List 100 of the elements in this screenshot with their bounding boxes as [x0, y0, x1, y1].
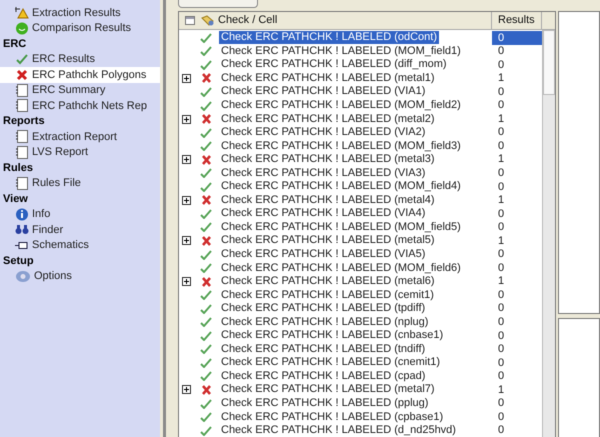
results-cell-text: 0: [497, 261, 506, 275]
sidebar-item[interactable]: Extraction Report: [0, 129, 160, 144]
sidebar-item[interactable]: ERC Pathchk Polygons: [0, 67, 160, 82]
check-name[interactable]: Check ERC PATHCHK ! LABELED (metal6): [219, 275, 437, 288]
check-name[interactable]: Check ERC PATHCHK ! LABELED (metal4): [219, 194, 437, 207]
results-cell-text: 1: [497, 383, 506, 397]
results-cell-text: 1: [497, 72, 506, 86]
expand-icon[interactable]: [182, 196, 190, 205]
check-name[interactable]: Check ERC PATHCHK ! LABELED (tpdiff): [219, 302, 428, 316]
sidebar-item[interactable]: ERC Pathchk Nets Rep: [0, 98, 160, 114]
scrollbar[interactable]: [542, 30, 555, 437]
expand-icon[interactable]: [182, 155, 190, 164]
results-cell-text: 1: [497, 152, 506, 166]
check-name[interactable]: Check ERC PATHCHK ! LABELED (VIA2): [219, 126, 428, 140]
section-heading: Reports: [2, 114, 46, 129]
check-name[interactable]: Check ERC PATHCHK ! LABELED (metal5): [219, 234, 437, 248]
sidebar-item[interactable]: Rules File: [0, 176, 160, 191]
check-name[interactable]: Check ERC PATHCHK ! LABELED (VIA5): [219, 248, 428, 262]
check-name[interactable]: Check ERC PATHCHK ! LABELED (metal2): [219, 112, 437, 126]
results-cell-text: 0: [497, 44, 506, 58]
document-icon: [15, 146, 29, 159]
smiley-icon: [15, 22, 29, 35]
check-name[interactable]: Check ERC PATHCHK ! LABELED (metal3): [219, 153, 437, 166]
section-heading: ERC: [2, 36, 28, 52]
warning-icon: [15, 6, 29, 20]
sidebar-item[interactable]: Info: [0, 206, 160, 222]
check-name[interactable]: Check ERC PATHCHK ! LABELED (cpad): [219, 370, 428, 383]
toolbar-button[interactable]: [178, 0, 258, 8]
info-icon: [15, 208, 29, 221]
results-cell-text: 0: [497, 396, 506, 410]
results-cell: 0: [492, 31, 542, 45]
results-cell-text: 0: [497, 58, 506, 72]
check-name[interactable]: Check ERC PATHCHK ! LABELED (nplug): [219, 316, 430, 329]
check-name[interactable]: Check ERC PATHCHK ! LABELED (cpbase1): [219, 410, 446, 424]
check-name[interactable]: Check ERC PATHCHK ! LABELED (diff_mom): [219, 58, 449, 72]
results-cell-text: 0: [497, 248, 506, 262]
check-icon: [15, 53, 29, 66]
section-heading: Setup: [2, 254, 35, 268]
sidebar-item[interactable]: Extraction Results: [0, 5, 160, 20]
results-cell-text: 0: [497, 207, 506, 221]
sidebar-item[interactable]: Finder: [0, 222, 160, 238]
sidebar-item[interactable]: ERC Results: [0, 52, 160, 67]
check-name[interactable]: Check ERC PATHCHK ! LABELED (MOM_field2): [219, 99, 463, 112]
section-heading: View: [2, 192, 29, 206]
check-name[interactable]: Check ERC PATHCHK ! LABELED (pplug): [219, 397, 430, 410]
document-icon: [15, 99, 29, 112]
check-name[interactable]: Check ERC PATHCHK ! LABELED (d_nd25hvd): [219, 424, 458, 437]
results-cell-text: 0: [497, 180, 506, 194]
sidebar-item[interactable]: Comparison Results: [0, 20, 160, 36]
window-icon: [185, 16, 195, 25]
results-cell-text: 0: [497, 315, 506, 330]
expand-icon[interactable]: [182, 74, 190, 83]
check-name[interactable]: Check ERC PATHCHK ! LABELED (MOM_field4): [219, 180, 463, 194]
results-cell-text: 0: [497, 85, 506, 99]
check-name[interactable]: Check ERC PATHCHK ! LABELED (metal7): [219, 383, 437, 396]
check-name[interactable]: Check ERC PATHCHK ! LABELED (cnemit1): [219, 356, 442, 370]
cross-icon: [15, 68, 29, 81]
results-cell-text: 0: [497, 424, 506, 437]
check-name[interactable]: Check ERC PATHCHK ! LABELED (VIA1): [219, 85, 428, 98]
section-heading: Rules: [2, 160, 34, 176]
results-cell-text: 0: [497, 302, 506, 316]
results-cell-text: 0: [497, 288, 506, 302]
check-name[interactable]: Check ERC PATHCHK ! LABELED (cemit1): [219, 288, 436, 302]
results-cell-text: 0: [497, 342, 506, 356]
results-cell-text: 0: [497, 220, 506, 234]
results-cell-text: 0: [497, 98, 506, 112]
results-cell-text: 0: [497, 329, 506, 343]
sidebar-item[interactable]: ERC Summary: [0, 82, 160, 98]
results-cell-text: 1: [497, 112, 506, 126]
check-name[interactable]: Check ERC PATHCHK ! LABELED (metal1): [219, 72, 437, 85]
expand-icon[interactable]: [182, 385, 190, 394]
tag-icon: [201, 15, 214, 26]
expand-icon[interactable]: [182, 236, 190, 246]
check-name[interactable]: Check ERC PATHCHK ! LABELED (MOM_field5): [219, 220, 463, 234]
check-name[interactable]: Check ERC PATHCHK ! LABELED (MOM_field3): [219, 140, 463, 153]
column-header[interactable]: Results: [492, 12, 542, 29]
binoculars-icon: [15, 223, 29, 236]
results-cell-text: 1: [497, 234, 506, 248]
expand-icon[interactable]: [182, 277, 190, 286]
check-name[interactable]: Check ERC PATHCHK ! LABELED (tndiff): [219, 342, 428, 356]
column-header[interactable]: Check / Cell: [218, 12, 278, 29]
document-icon: [15, 176, 29, 190]
results-cell-text: 0: [497, 126, 506, 140]
document-icon: [15, 84, 29, 97]
results-cell-text: 0: [497, 370, 506, 384]
document-icon: [15, 130, 29, 144]
results-cell-text: 0: [497, 139, 506, 153]
expand-icon[interactable]: [182, 114, 190, 124]
sidebar-item[interactable]: LVS Report: [0, 144, 160, 160]
sidebar-item[interactable]: Schematics: [0, 238, 160, 253]
check-name[interactable]: Check ERC PATHCHK ! LABELED (VIA4): [219, 207, 428, 220]
check-name[interactable]: Check ERC PATHCHK ! LABELED (MOM_field1): [219, 44, 463, 58]
sidebar-item[interactable]: Options: [0, 268, 160, 284]
results-cell-text: 0: [497, 356, 506, 370]
check-name[interactable]: Check ERC PATHCHK ! LABELED (MOM_field6): [219, 262, 463, 275]
check-name[interactable]: Check ERC PATHCHK ! LABELED (VIA3): [219, 166, 428, 180]
results-cell-text: 1: [497, 194, 506, 208]
results-cell-text: 1: [497, 274, 506, 288]
check-name[interactable]: Check ERC PATHCHK ! LABELED (cnbase1): [219, 329, 446, 342]
check-name[interactable]: Check ERC PATHCHK ! LABELED (odCont): [219, 31, 439, 44]
